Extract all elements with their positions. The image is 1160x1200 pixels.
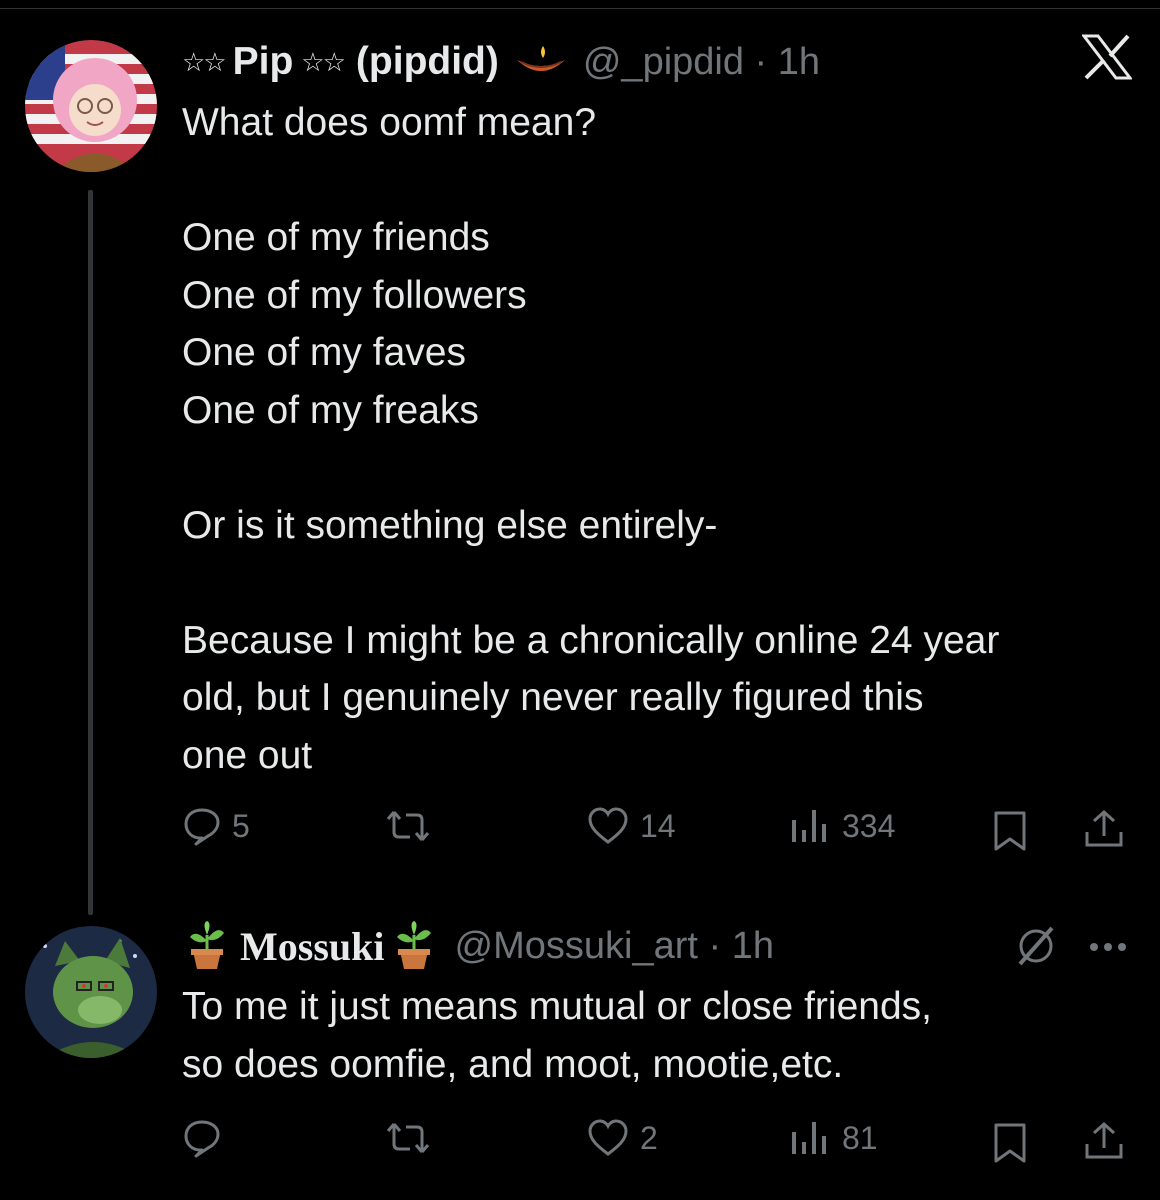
reply-repost-button[interactable]	[384, 1118, 432, 1158]
reply-reply-button[interactable]	[182, 1118, 232, 1158]
reply-header: Mossuki @Mossuki_art · 1h	[182, 920, 774, 972]
oil-lamp-icon	[513, 42, 569, 82]
reply-view-count: 81	[842, 1119, 878, 1156]
reply-count: 5	[232, 807, 250, 844]
share-icon	[1085, 809, 1123, 847]
potted-plant-icon	[182, 921, 232, 971]
view-count: 334	[842, 807, 896, 844]
potted-plant-icon	[389, 921, 439, 971]
views-button[interactable]: 334	[788, 806, 895, 846]
reply-avatar-image	[25, 926, 157, 1058]
reply-icon	[184, 1120, 220, 1158]
bookmark-button[interactable]	[990, 810, 1030, 857]
reply-avatar[interactable]	[25, 926, 157, 1058]
grok-icon[interactable]	[1014, 924, 1058, 973]
views-icon	[792, 1122, 826, 1154]
reply-button[interactable]: 5	[182, 806, 250, 846]
post-actions: 5 14 334	[182, 806, 1132, 856]
reply-like-button[interactable]: 2	[586, 1118, 658, 1158]
handle-timestamp[interactable]: @_pipdid · 1h	[583, 41, 820, 84]
like-button[interactable]: 14	[586, 806, 676, 846]
heart-icon	[588, 1119, 628, 1156]
avatar[interactable]	[25, 40, 157, 172]
name-stars-right: ☆☆	[301, 46, 346, 77]
display-name[interactable]: Pip	[233, 40, 294, 84]
repost-icon	[386, 811, 430, 841]
bookmark-icon	[994, 1123, 1026, 1163]
reply-display-name[interactable]: Mossuki	[240, 923, 385, 970]
reply-bookmark-button[interactable]	[990, 1122, 1030, 1169]
reply-handle-timestamp[interactable]: @Mossuki_art · 1h	[455, 925, 774, 968]
post-header: ☆☆ Pip ☆☆ (pipdid) @_pipdid · 1h	[182, 36, 820, 88]
reply-text: To me it just means mutual or close frie…	[182, 985, 932, 1086]
x-logo-icon	[1080, 34, 1134, 85]
more-options-icon[interactable]	[1088, 940, 1130, 958]
repost-icon	[386, 1123, 430, 1153]
share-button[interactable]	[1082, 808, 1126, 855]
main-post: ☆☆ Pip ☆☆ (pipdid) @_pipdid · 1h What do…	[0, 0, 1160, 915]
display-name-suffix[interactable]: (pipdid)	[356, 40, 499, 84]
like-count: 14	[640, 807, 676, 844]
repost-button[interactable]	[384, 806, 432, 846]
views-icon	[792, 810, 826, 842]
reply-actions: 2 81	[182, 1118, 1132, 1168]
bookmark-icon	[994, 811, 1026, 851]
post-text: What does oomf mean? One of my friends O…	[182, 101, 1000, 777]
reply-share-button[interactable]	[1082, 1120, 1126, 1167]
share-icon	[1085, 1121, 1123, 1159]
thread-line	[88, 190, 93, 915]
reply-icon	[184, 808, 220, 846]
reply-like-count: 2	[640, 1119, 658, 1156]
avatar-image	[25, 40, 157, 172]
name-stars-left: ☆☆	[182, 46, 227, 77]
heart-icon	[588, 807, 628, 844]
reply-views-button[interactable]: 81	[788, 1118, 878, 1158]
reply-post: Mossuki @Mossuki_art · 1h To me it just …	[0, 900, 1160, 1200]
